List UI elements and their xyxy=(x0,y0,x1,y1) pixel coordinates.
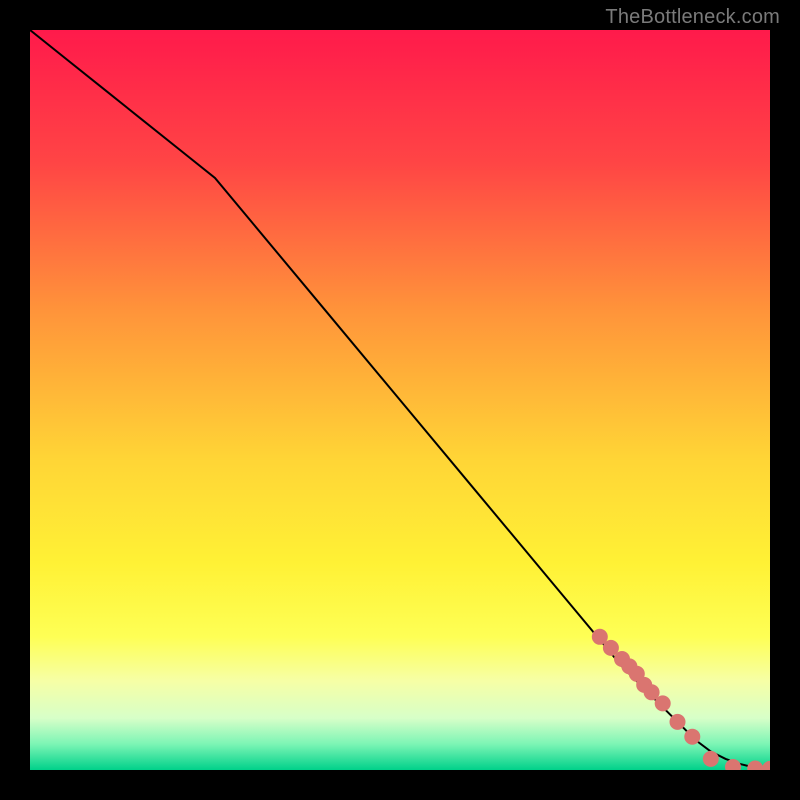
chart-stage: TheBottleneck.com xyxy=(0,0,800,800)
marker-dot xyxy=(670,714,686,730)
chart-plot xyxy=(30,30,770,770)
marker-dot xyxy=(684,729,700,745)
marker-dot xyxy=(703,751,719,767)
attribution-text: TheBottleneck.com xyxy=(605,6,780,29)
marker-dot xyxy=(655,695,671,711)
